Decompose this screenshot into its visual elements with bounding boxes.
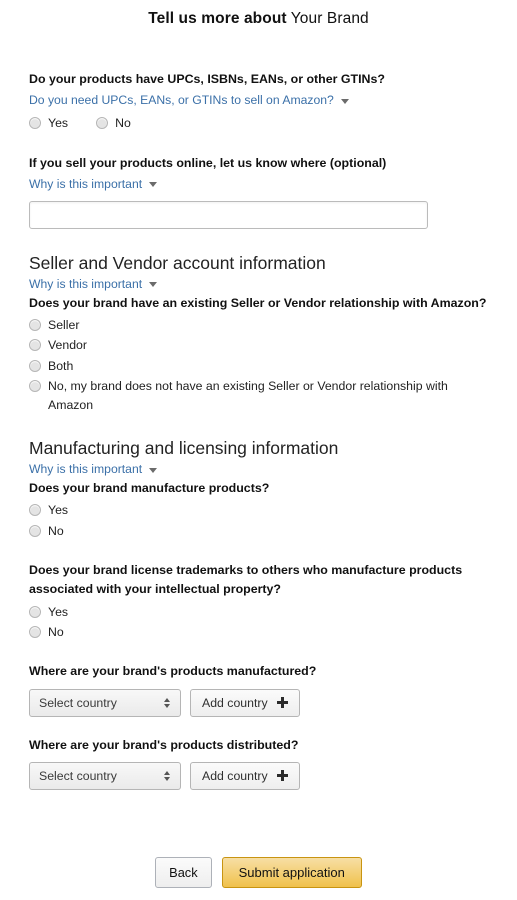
seller-vendor-radio-both-label: Both: [48, 358, 74, 373]
seller-vendor-radio-none-label: No, my brand does not have an existing S…: [48, 379, 448, 412]
seller-vendor-question-label: Does your brand have an existing Seller …: [29, 295, 487, 310]
gtin-question-label: Do your products have UPCs, ISBNs, EANs,…: [29, 72, 385, 86]
online-sales-question-label: If you sell your products online, let us…: [29, 155, 387, 170]
license-question-label: Does your brand license trademarks to ot…: [29, 563, 463, 597]
license-radio-group: Yes No: [29, 603, 488, 642]
online-sales-help-expander-label: Why is this important: [29, 176, 143, 191]
gtin-radio-yes[interactable]: Yes: [29, 114, 68, 132]
seller-vendor-radio-both[interactable]: Both: [29, 357, 488, 375]
gtin-question-group: Do your products have UPCs, ISBNs, EANs,…: [29, 70, 488, 135]
radio-icon[interactable]: [29, 380, 41, 393]
seller-vendor-radio-vendor[interactable]: Vendor: [29, 336, 488, 354]
gtin-radio-yes-label: Yes: [48, 116, 69, 131]
manufacturing-section-title: Manufacturing and licensing information: [29, 438, 339, 459]
select-stepper-icon: [164, 770, 170, 781]
manufactured-where-label: Where are your brand's products manufact…: [29, 664, 317, 679]
radio-icon[interactable]: [29, 504, 41, 517]
gtin-radio-no-label: No: [115, 116, 131, 131]
seller-vendor-radio-seller-label: Seller: [48, 317, 80, 332]
radio-icon[interactable]: [29, 605, 41, 618]
chevron-down-icon: [340, 98, 349, 104]
add-manufactured-country-button[interactable]: Add country: [190, 688, 300, 717]
radio-icon[interactable]: [29, 318, 41, 331]
back-button[interactable]: Back: [155, 857, 212, 888]
distributed-country-select-value: Select country: [39, 768, 117, 783]
page-title-bold: Tell us more about: [148, 10, 287, 27]
license-radio-no[interactable]: No: [29, 623, 488, 641]
brand-registry-form-page: Tell us more about Your Brand Do your pr…: [0, 0, 517, 900]
plus-icon: [276, 697, 288, 709]
radio-icon[interactable]: [29, 626, 41, 638]
add-manufactured-country-label: Add country: [202, 695, 268, 710]
license-radio-yes-label: Yes: [48, 604, 69, 619]
manufacture-radio-yes[interactable]: Yes: [29, 501, 488, 519]
manufacture-question-label: Does your brand manufacture products?: [29, 481, 270, 496]
seller-vendor-help-expander-label: Why is this important: [29, 276, 143, 291]
plus-icon: [276, 770, 288, 782]
manufacture-radio-no[interactable]: No: [29, 522, 488, 540]
select-stepper-icon: [164, 697, 170, 708]
radio-icon[interactable]: [96, 117, 109, 130]
manufactured-country-row: Select country Add country: [29, 688, 488, 717]
gtin-radio-no[interactable]: No: [96, 114, 131, 132]
gtin-help-expander-label: Do you need UPCs, EANs, or GTINs to sell…: [29, 93, 334, 108]
page-title-brand: Your Brand: [286, 10, 369, 27]
license-radio-no-label: No: [48, 625, 64, 639]
chevron-down-icon: [149, 282, 158, 288]
online-sales-group: If you sell your products online, let us…: [29, 154, 488, 229]
manufactured-country-select[interactable]: Select country: [29, 688, 181, 717]
radio-icon[interactable]: [29, 117, 41, 130]
distributed-country-select[interactable]: Select country: [29, 761, 181, 790]
seller-vendor-section-title: Seller and Vendor account information: [29, 252, 326, 273]
manufactured-country-select-value: Select country: [39, 695, 117, 710]
online-sales-input[interactable]: [29, 200, 428, 229]
seller-vendor-radio-seller[interactable]: Seller: [29, 316, 488, 334]
seller-vendor-section: Seller and Vendor account information Wh…: [29, 253, 488, 414]
manufacturing-help-expander-label: Why is this important: [29, 462, 143, 477]
manufacture-radio-yes-label: Yes: [48, 503, 69, 518]
add-distributed-country-button[interactable]: Add country: [190, 761, 300, 790]
gtin-radio-group: Yes No: [29, 114, 488, 134]
distributed-where-label: Where are your brand's products distribu…: [29, 737, 299, 752]
radio-icon[interactable]: [29, 339, 41, 352]
manufacturing-section: Manufacturing and licensing information …: [29, 438, 488, 790]
radio-icon[interactable]: [29, 524, 41, 537]
seller-vendor-radio-none[interactable]: No, my brand does not have an existing S…: [29, 377, 488, 414]
manufacture-radio-group: Yes No: [29, 501, 488, 540]
manufacture-radio-no-label: No: [48, 523, 64, 538]
radio-icon[interactable]: [29, 359, 41, 372]
distributed-country-row: Select country Add country: [29, 761, 488, 790]
chevron-down-icon: [149, 467, 158, 473]
online-sales-help-expander[interactable]: Why is this important: [29, 176, 158, 191]
submit-application-button[interactable]: Submit application: [221, 857, 362, 888]
seller-vendor-help-expander[interactable]: Why is this important: [29, 276, 158, 291]
page-title: Tell us more about Your Brand: [0, 0, 517, 28]
license-radio-yes[interactable]: Yes: [29, 603, 488, 621]
add-distributed-country-label: Add country: [202, 768, 268, 783]
chevron-down-icon: [149, 182, 158, 188]
seller-vendor-radio-group: Seller Vendor Both No, my brand does not…: [29, 316, 488, 414]
form-footer: Back Submit application: [0, 857, 517, 888]
manufacturing-help-expander[interactable]: Why is this important: [29, 462, 158, 477]
gtin-help-expander[interactable]: Do you need UPCs, EANs, or GTINs to sell…: [29, 93, 349, 107]
seller-vendor-radio-vendor-label: Vendor: [48, 338, 87, 353]
form-body: Do your products have UPCs, ISBNs, EANs,…: [0, 70, 517, 790]
